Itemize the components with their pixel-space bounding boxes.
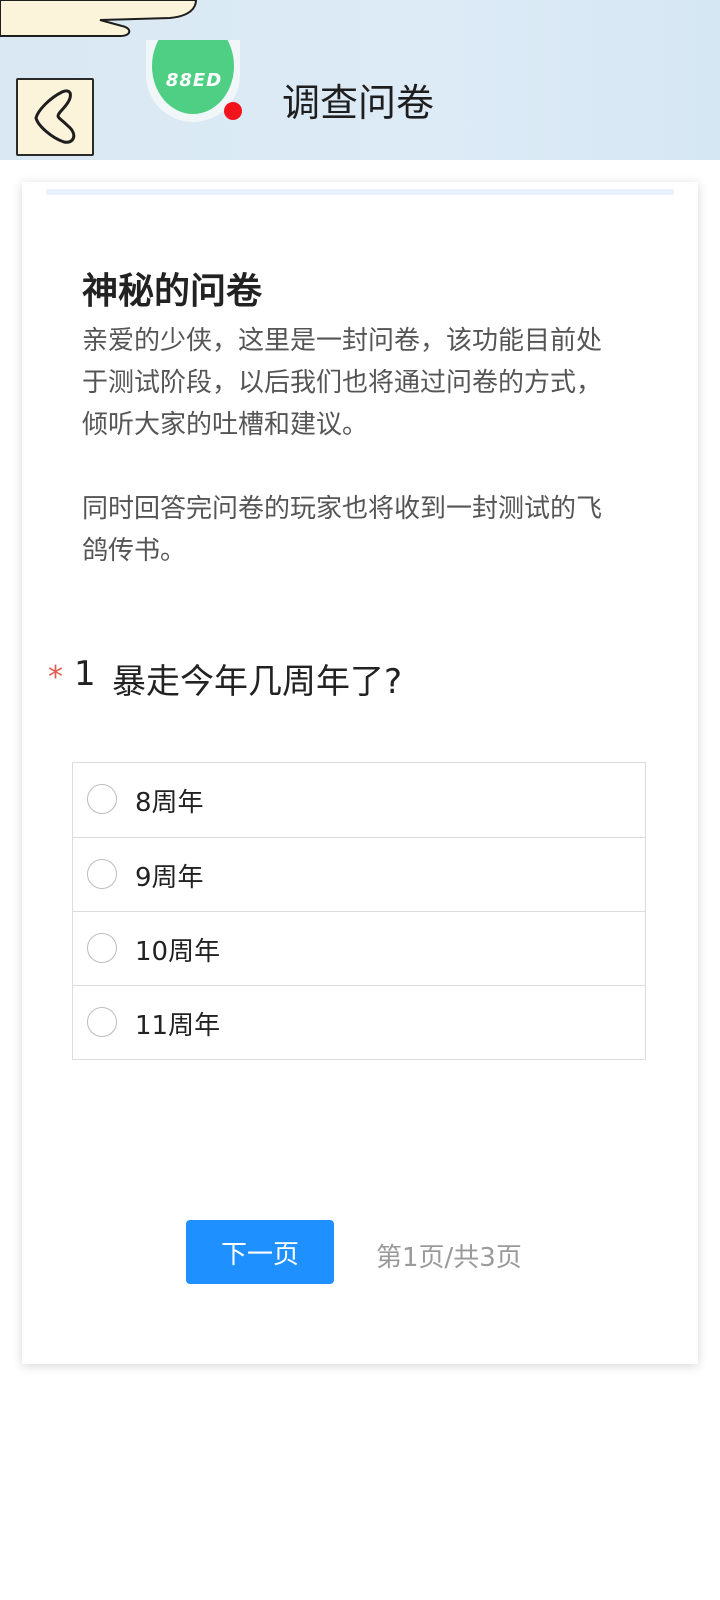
avatar-text: 88ED [165, 70, 223, 91]
description-paragraph: 亲爱的少侠，这里是一封问卷，该功能目前处于测试阶段，以后我们也将通过问卷的方式，… [82, 326, 603, 440]
option-label: 10周年 [135, 937, 221, 967]
question-text: 暴走今年几周年了? [112, 662, 403, 702]
radio-button[interactable] [87, 1007, 117, 1037]
next-page-button[interactable]: 下一页 [186, 1220, 334, 1284]
option-9-years[interactable]: 9周年 [73, 837, 645, 911]
option-label: 9周年 [135, 863, 204, 893]
survey-description: 亲爱的少侠，这里是一封问卷，该功能目前处于测试阶段，以后我们也将通过问卷的方式，… [82, 320, 622, 572]
description-paragraph: 同时回答完问卷的玩家也将收到一封测试的飞鸽传书。 [82, 494, 603, 566]
question-number: 1 [74, 654, 96, 694]
back-arrow-icon [34, 89, 76, 144]
option-8-years[interactable]: 8周年 [73, 763, 645, 837]
survey-card: 神秘的问卷 亲爱的少侠，这里是一封问卷，该功能目前处于测试阶段，以后我们也将通过… [22, 182, 698, 1364]
notification-dot [224, 102, 242, 120]
radio-button[interactable] [87, 859, 117, 889]
option-label: 11周年 [135, 1011, 221, 1041]
survey-title: 神秘的问卷 [82, 271, 263, 312]
cloud-decoration-icon [0, 0, 198, 37]
back-button[interactable] [16, 78, 94, 156]
radio-button[interactable] [87, 784, 117, 814]
radio-button[interactable] [87, 933, 117, 963]
option-10-years[interactable]: 10周年 [73, 911, 645, 985]
avatar[interactable]: 88ED [146, 40, 242, 122]
page-indicator: 第1页/共3页 [376, 1243, 522, 1273]
app-header: 88ED 调查问卷 [0, 0, 720, 160]
option-11-years[interactable]: 11周年 [73, 985, 645, 1059]
required-mark: * [48, 660, 63, 695]
page-title: 调查问卷 [282, 81, 435, 125]
options-list: 8周年 9周年 10周年 11周年 [72, 762, 646, 1060]
option-label: 8周年 [135, 788, 204, 818]
card-top-divider [46, 189, 674, 195]
